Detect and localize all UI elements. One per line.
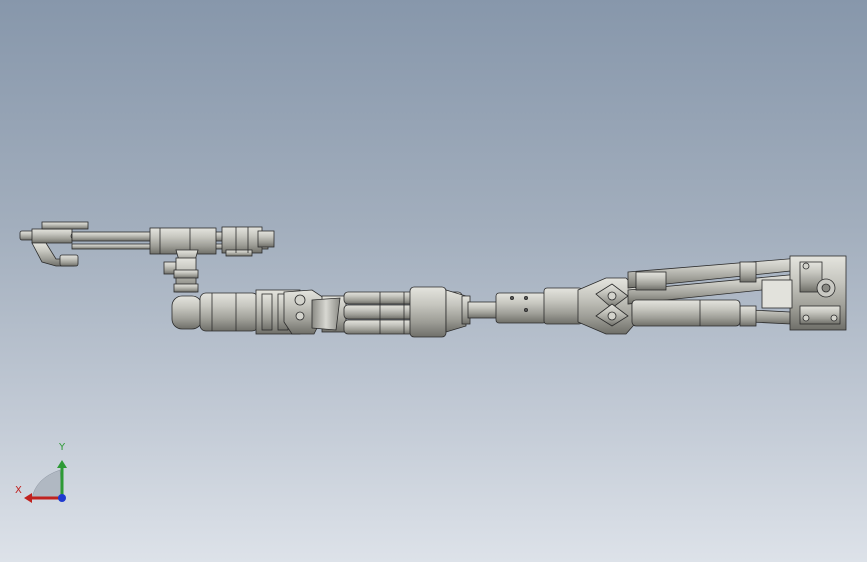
central-link-tube[interactable]	[467, 287, 583, 325]
3d-graphics-viewport[interactable]: Y X	[0, 0, 867, 562]
axis-triad: Y X	[14, 440, 74, 510]
z-axis-dot	[58, 494, 66, 502]
wrist-joint-housing[interactable]	[283, 289, 347, 335]
forearm-cylinder[interactable]	[171, 289, 301, 335]
robotic-arm-model[interactable]	[0, 0, 867, 562]
x-axis-arrow	[24, 493, 32, 503]
elbow-link[interactable]	[163, 249, 199, 293]
y-axis-arrow	[57, 460, 67, 468]
y-axis-label: Y	[59, 442, 66, 453]
upper-boom-segment[interactable]	[71, 226, 275, 257]
x-axis-label: X	[15, 485, 22, 496]
actuator-bundle-front[interactable]	[343, 286, 471, 338]
triad-base-shape	[31, 469, 63, 499]
